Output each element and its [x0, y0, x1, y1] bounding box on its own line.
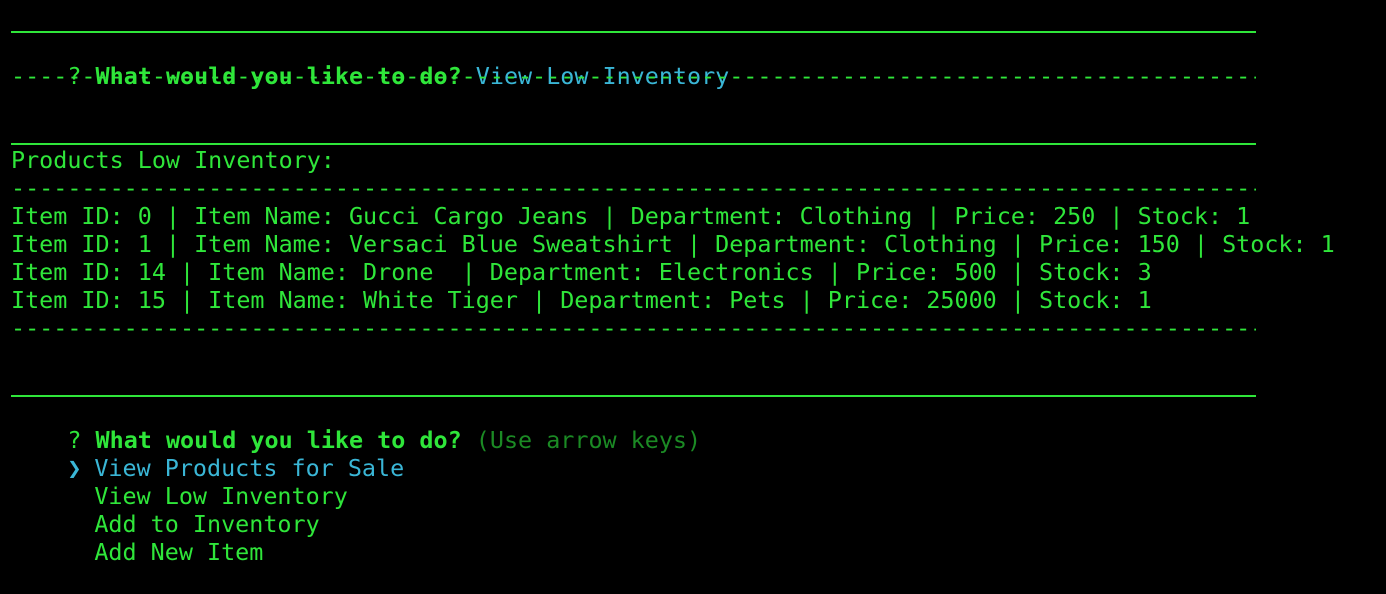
report-heading: Products Low Inventory:: [11, 146, 335, 174]
prompt-hint: (Use arrow keys): [475, 426, 702, 454]
menu-choice-view-low-inventory[interactable]: View Low Inventory: [11, 454, 347, 510]
inventory-row: Item ID: 15 | Item Name: White Tiger | D…: [11, 286, 1152, 314]
separator-line: ----------------------------------------…: [11, 62, 1256, 90]
separator-line: ----------------------------------------…: [11, 174, 1256, 202]
menu-choice-label: Add New Item: [94, 538, 264, 566]
top-rule-3: [11, 395, 1256, 397]
menu-choice-view-products[interactable]: ❯ View Products for Sale: [11, 426, 404, 482]
prompt-line-1: ? What would you like to do? View Low In…: [11, 34, 729, 90]
separator-line: ----------------------------------------…: [11, 314, 1256, 342]
prompt-line-2: ? What would you like to do? (Use arrow …: [11, 398, 701, 454]
top-rule-2: [11, 143, 1256, 145]
top-rule-1: [11, 31, 1256, 33]
inventory-row: Item ID: 14 | Item Name: Drone | Departm…: [11, 258, 1152, 286]
menu-choice-add-to-inventory[interactable]: Add to Inventory: [11, 482, 319, 538]
inventory-row: Item ID: 0 | Item Name: Gucci Cargo Jean…: [11, 202, 1251, 230]
inventory-row: Item ID: 1 | Item Name: Versaci Blue Swe…: [11, 230, 1335, 258]
menu-choice-add-new-item[interactable]: Add New Item: [11, 510, 263, 566]
